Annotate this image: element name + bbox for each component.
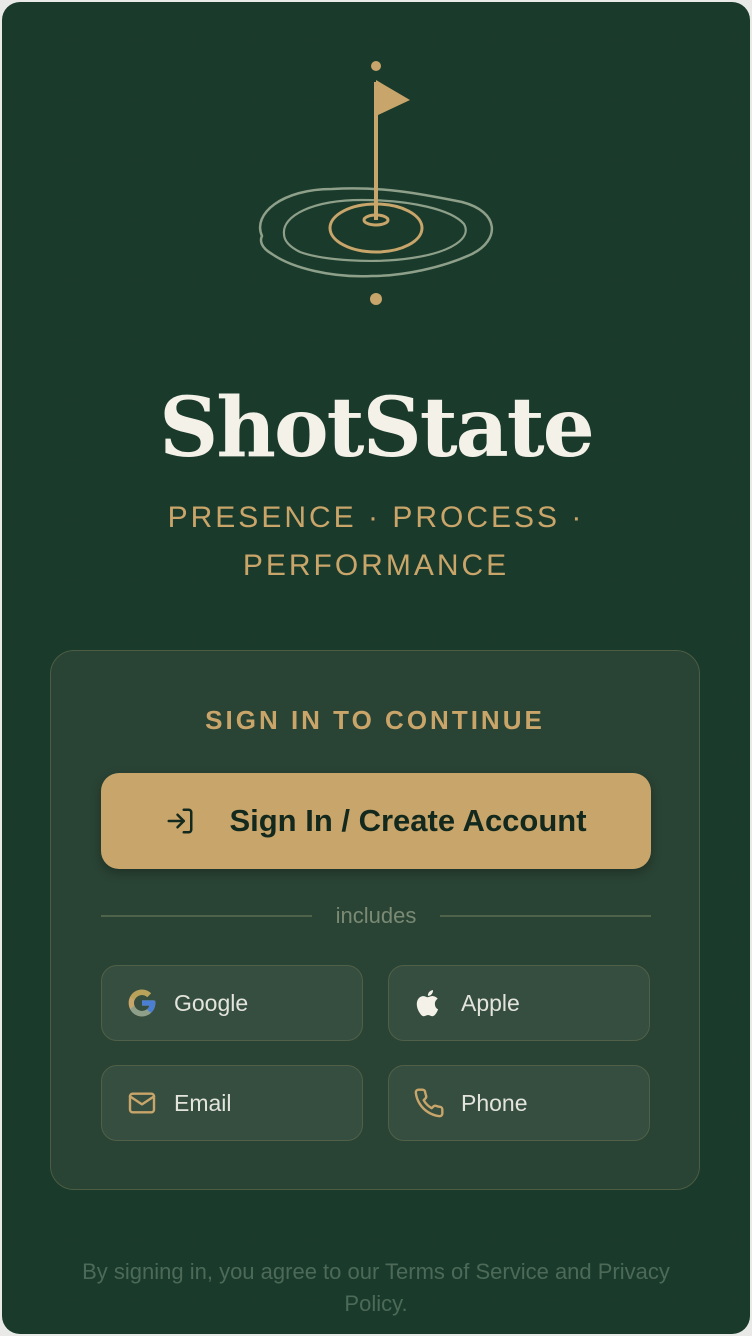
phone-option-button[interactable]: Phone: [388, 1065, 650, 1141]
app-title: ShotState: [159, 380, 595, 476]
phone-option-label: Phone: [461, 1089, 528, 1116]
google-icon: [128, 989, 156, 1017]
google-option-label: Google: [174, 989, 249, 1016]
login-screen: ShotState PRESENCE · PROCESS · PERFORMAN…: [2, 2, 750, 1334]
sign-in-icon: [167, 808, 193, 834]
legal-notice: By signing in, you agree to our Terms of…: [82, 1259, 670, 1316]
sign-in-button-label: Sign In / Create Account: [229, 803, 587, 838]
divider-label: includes: [335, 903, 417, 928]
email-option-label: Email: [174, 1089, 232, 1116]
apple-option-button[interactable]: Apple: [388, 965, 650, 1041]
includes-divider: includes: [101, 901, 651, 931]
google-option-button[interactable]: Google: [101, 965, 363, 1041]
apple-icon: [416, 990, 439, 1017]
phone-icon: [414, 1088, 444, 1118]
divider-line-left: [101, 915, 312, 917]
signin-heading: SIGN IN TO CONTINUE: [205, 705, 545, 735]
divider-line-right: [440, 915, 651, 917]
flag-logo-icon: [258, 61, 493, 305]
sign-in-create-account-button[interactable]: Sign In / Create Account: [101, 773, 651, 869]
email-option-button[interactable]: Email: [101, 1065, 363, 1141]
mail-icon: [128, 1092, 156, 1114]
app-tagline: PRESENCE · PROCESS · PERFORMANCE: [167, 501, 585, 582]
apple-option-label: Apple: [461, 989, 520, 1016]
signin-card: SIGN IN TO CONTINUE Sign In / Create Acc…: [50, 650, 700, 1190]
